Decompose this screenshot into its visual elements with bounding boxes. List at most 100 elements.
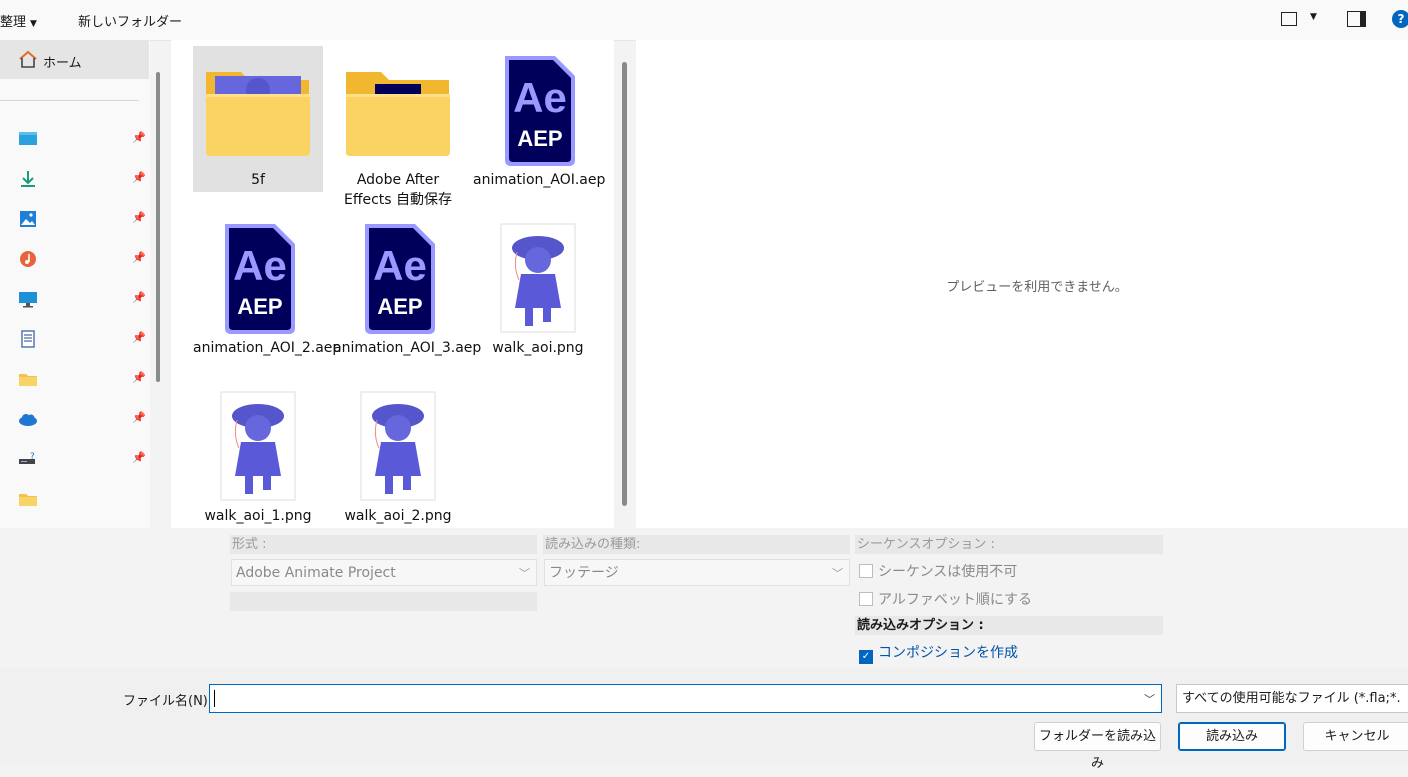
import-options-panel: 形式 : Adobe Animate Project ﹀ 読み込みの種類: フッテ… [0,528,1408,668]
file-item[interactable]: 5f [193,46,323,192]
svg-text:?: ? [30,452,35,462]
svg-text:Ae: Ae [233,242,287,289]
download-icon [21,171,35,187]
sidebar-item-documents[interactable]: 📌 [0,320,150,356]
pin-icon[interactable]: 📌 [132,451,146,464]
import-folder-button[interactable]: フォルダーを読み込み [1034,722,1161,771]
organize-menu[interactable]: 整理 ▼ [0,11,37,30]
aep-file-icon: Ae AEP [201,222,315,336]
sidebar-item-home[interactable]: ホーム [0,40,149,79]
folder-icon: Ae [341,54,455,168]
create-composition-label: コンポジションを作成 [878,645,1018,661]
aep-file-icon: Ae AEP [341,222,455,336]
import-button[interactable]: 読み込み [1178,722,1286,751]
sidebar-item-desktop[interactable]: 📌 [0,120,150,156]
sidebar-item-onedrive[interactable]: 📌 [0,400,150,436]
new-folder-button[interactable]: 新しいフォルダー [78,11,182,30]
file-list: 5f Ae Adobe After Effects 自動保存 Ae AEP animati… [171,40,614,528]
aep-file-icon: Ae AEP [481,54,595,168]
file-name: walk_aoi.png [492,340,584,356]
monitor-icon [19,292,37,308]
svg-text:AEP: AEP [517,126,562,151]
pin-icon[interactable]: 📌 [132,411,146,424]
sidebar-item-videos[interactable]: 📌 [0,280,150,316]
dialog-footer: ファイル名(N): ﹀ すべての使用可能なファイル (*.fla;*. フォルダ… [0,668,1408,771]
preview-pane-toggle-icon[interactable] [1347,11,1366,27]
onedrive-icon [19,414,37,426]
preview-pane: プレビューを利用できません。 [636,40,1408,528]
format-label: 形式 : [230,535,537,554]
file-type-value: すべての使用可能なファイル (*.fla;*. [1182,691,1401,706]
preview-unavailable-message: プレビューを利用できません。 [946,280,1128,295]
file-name: animation_AOI_2.aep [193,340,342,356]
sidebar-item-downloads[interactable]: 📌 [0,160,150,196]
organize-label: 整理 [0,15,27,30]
svg-text:AEP: AEP [237,294,282,319]
sidebar-item-label: ホーム [43,56,82,71]
format-value: Adobe Animate Project [236,565,396,581]
chevron-down-icon: ﹀ [519,567,530,580]
view-mode-icon[interactable] [1281,12,1297,26]
file-item[interactable]: Ae AEP animation_AOI_3.aep [333,214,481,360]
pin-icon[interactable]: 📌 [132,291,146,304]
pin-icon[interactable]: 📌 [132,251,146,264]
file-list-scrollbar[interactable] [622,62,627,506]
import-type-label: 読み込みの種類: [543,535,850,554]
png-thumbnail-icon [341,390,455,504]
import-type-value: フッテージ [549,565,619,581]
svg-text:Ae: Ae [513,74,567,121]
pin-icon[interactable]: 📌 [132,371,146,384]
pin-icon[interactable]: 📌 [132,131,146,144]
sidebar-item-pictures[interactable]: 📌 [0,200,150,236]
sidebar-divider [0,100,139,101]
sidebar-item-music[interactable]: 📌 [0,240,150,276]
sidebar-scrollbar[interactable] [156,72,160,382]
file-name: 5f [251,172,265,188]
view-mode-dropdown-icon[interactable]: ▼ [1310,12,1317,22]
checkmark-icon: ✓ [859,650,873,664]
import-type-select[interactable]: フッテージ ﹀ [544,559,850,586]
format-select[interactable]: Adobe Animate Project ﹀ [231,559,537,586]
png-thumbnail-icon [201,390,315,504]
pin-icon[interactable]: 📌 [132,171,146,184]
sidebar-item-folder[interactable]: 📌 [0,360,150,396]
filename-input[interactable]: ﹀ [209,684,1162,713]
cancel-button[interactable]: キャンセル [1303,722,1408,751]
command-bar: 整理 ▼ 新しいフォルダー ▼ ? [0,0,1408,41]
file-item[interactable]: Ae AEP animation_AOI_2.aep [193,214,342,360]
create-composition-checkbox[interactable]: ✓ コンポジションを作成 [859,642,1018,664]
import-options-label: 読み込みオプション : [855,616,1163,635]
alphabetical-checkbox-label: アルファベット順にする [878,592,1032,608]
file-item[interactable]: Ae Adobe After Effects 自動保存 [333,46,463,208]
file-name: Adobe After Effects 自動保存 [343,172,453,208]
pin-icon[interactable]: 📌 [132,211,146,224]
network-drive-icon: ? [19,452,35,464]
pin-icon[interactable]: 📌 [132,331,146,344]
file-name: walk_aoi_1.png [204,508,312,524]
alphabetical-checkbox[interactable]: アルファベット順にする [859,589,1032,609]
chevron-down-icon[interactable]: ﹀ [1144,691,1155,707]
svg-text:Ae: Ae [373,242,427,289]
sidebar-item-folder-2[interactable] [0,480,150,516]
file-type-select[interactable]: すべての使用可能なファイル (*.fla;*. [1176,684,1408,713]
folder-icon [19,494,37,506]
folder-icon [19,374,37,386]
chevron-down-icon: ﹀ [832,567,843,580]
png-thumbnail-icon [481,222,595,336]
help-icon[interactable]: ? [1392,10,1408,28]
file-item[interactable]: walk_aoi_1.png [193,382,323,528]
desktop-icon [19,132,37,145]
document-icon [21,330,35,348]
text-caret [214,690,215,707]
file-item[interactable]: walk_aoi.png [473,214,603,360]
pictures-icon [20,211,36,227]
file-item[interactable]: walk_aoi_2.png [333,382,463,528]
sidebar-item-network-drive[interactable]: ? 📌 [0,440,150,476]
svg-text:AEP: AEP [377,294,422,319]
home-icon [19,50,37,68]
sequence-options-label: シーケンスオプション : [855,535,1163,554]
file-item[interactable]: Ae AEP animation_AOI.aep [473,46,605,192]
chevron-down-icon: ▼ [30,19,37,29]
sequence-checkbox[interactable]: シーケンスは使用不可 [859,561,1017,581]
file-name: walk_aoi_2.png [344,508,452,524]
